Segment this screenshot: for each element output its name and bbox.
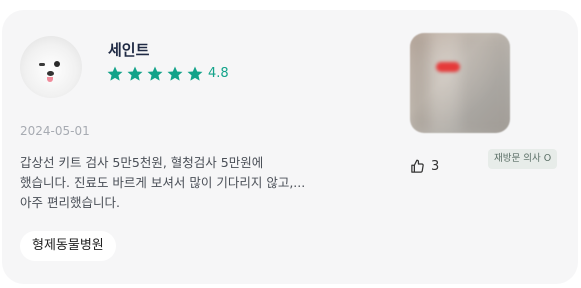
rating-value: 4.8 xyxy=(208,66,229,81)
review-date: 2024-05-01 xyxy=(20,124,90,138)
revisit-badge: 재방문 의사 O xyxy=(488,149,558,169)
revisit-badge-label: 재방문 의사 O xyxy=(494,153,552,164)
rating-stars xyxy=(106,65,204,83)
review-text-line: 했습니다. 진료도 바르게 보셔서 많이 기다리지 않고,... xyxy=(20,175,306,190)
like-button[interactable]: 3 xyxy=(410,159,439,174)
hospital-tag[interactable]: 형제동물병원 xyxy=(20,231,116,261)
review-text-line: 아주 편리했습니다. xyxy=(20,195,120,210)
star-icon xyxy=(127,66,143,81)
star-icon xyxy=(147,66,163,81)
star-icon xyxy=(167,66,183,81)
like-count: 3 xyxy=(431,159,440,174)
thumbs-up-icon xyxy=(411,159,424,173)
review-text[interactable]: 갑상선 키트 검사 5만5천원, 혈청검사 5만원에 했습니다. 진료도 바르게… xyxy=(20,153,320,213)
user-name: 세인트 xyxy=(108,41,150,59)
review-photo-thumbnail[interactable] xyxy=(410,33,510,133)
review-card[interactable]: 세인트 4.8 2024-05-01 갑상선 키트 검사 5만5천원, 혈청검사… xyxy=(2,10,578,284)
star-icon xyxy=(107,66,123,81)
star-icon xyxy=(187,66,203,81)
avatar xyxy=(20,36,82,98)
review-text-line: 갑상선 키트 검사 5만5천원, 혈청검사 5만원에 xyxy=(20,155,264,170)
